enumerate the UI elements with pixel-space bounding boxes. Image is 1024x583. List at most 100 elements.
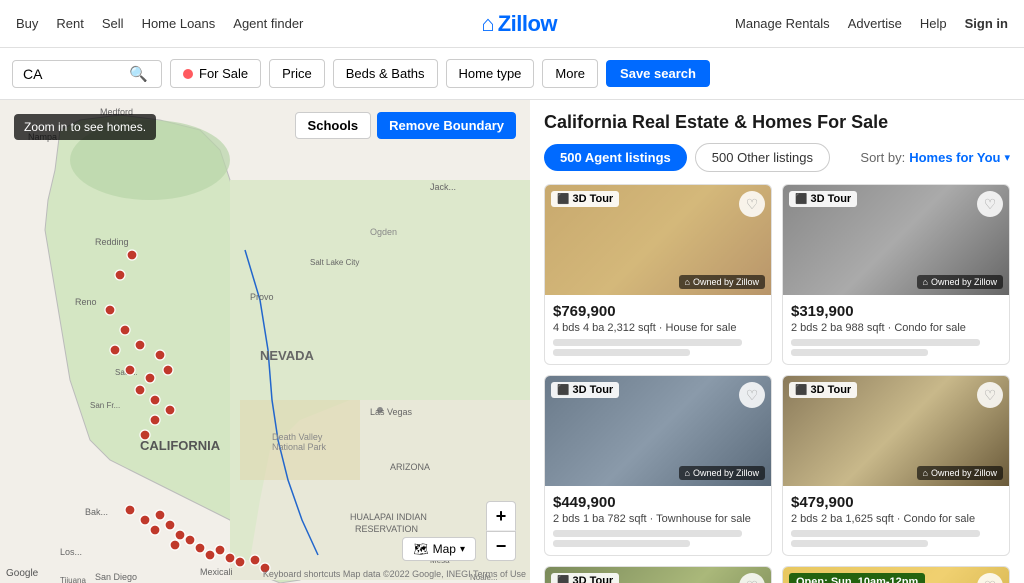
- svg-text:RESERVATION: RESERVATION: [355, 524, 418, 534]
- nav-help[interactable]: Help: [920, 16, 947, 31]
- nav-buy[interactable]: Buy: [16, 16, 38, 31]
- search-icon[interactable]: 🔍: [129, 65, 148, 83]
- zillow-owned-icon: ⌂: [923, 277, 928, 287]
- tab-other-listings[interactable]: 500 Other listings: [695, 143, 830, 172]
- sort-label: Sort by:: [860, 150, 905, 165]
- price-button[interactable]: Price: [269, 59, 325, 88]
- sort-value[interactable]: Homes for You: [909, 150, 1000, 165]
- zillow-owned-icon: ⌂: [923, 468, 928, 478]
- map-section: NEVADA CALIFORNIA Death Valley National …: [0, 100, 530, 583]
- card-address-line2: [553, 349, 690, 356]
- map-attribution-google: Google: [6, 568, 38, 579]
- nav-agent-finder[interactable]: Agent finder: [233, 16, 303, 31]
- cube-icon: ⬛: [795, 385, 807, 396]
- svg-text:HUALAPAI INDIAN: HUALAPAI INDIAN: [350, 512, 427, 522]
- nav-manage-rentals[interactable]: Manage Rentals: [735, 16, 830, 31]
- svg-text:Provo: Provo: [250, 292, 274, 302]
- cube-icon: ⬛: [557, 385, 569, 396]
- for-sale-dot: [183, 69, 193, 79]
- tab-agent-listings[interactable]: 500 Agent listings: [544, 144, 687, 171]
- svg-text:Reno: Reno: [75, 297, 97, 307]
- card-price: $769,900: [553, 303, 763, 320]
- card-info: $319,900 2 bds 2 ba 988 sqft · Condo for…: [783, 295, 1009, 364]
- svg-text:National Park: National Park: [272, 442, 327, 452]
- card-heart-btn[interactable]: ♡: [977, 191, 1003, 217]
- chevron-down-icon: ▾: [460, 544, 465, 555]
- nav-rent[interactable]: Rent: [56, 16, 83, 31]
- card-address-line1: [791, 530, 980, 537]
- card-heart-btn[interactable]: ♡: [977, 573, 1003, 583]
- more-button[interactable]: More: [542, 59, 598, 88]
- search-input-wrapper[interactable]: 🔍: [12, 60, 162, 88]
- map-zoom-notice: Zoom in to see homes.: [14, 114, 156, 140]
- card-info: $479,900 2 bds 2 ba 1,625 sqft · Condo f…: [783, 486, 1009, 555]
- svg-text:Bak...: Bak...: [85, 507, 108, 517]
- card-details: 4 bds 4 ba 2,312 sqft · House for sale: [553, 322, 763, 334]
- card-price: $449,900: [553, 494, 763, 511]
- card-price: $479,900: [791, 494, 1001, 511]
- card-3d-badge: ⬛ 3D Tour: [551, 573, 619, 583]
- main-content: NEVADA CALIFORNIA Death Valley National …: [0, 100, 1024, 583]
- listing-card[interactable]: ⬛ 3D Tour ♡: [544, 566, 772, 583]
- svg-text:San Fr...: San Fr...: [90, 401, 120, 410]
- svg-text:ARIZONA: ARIZONA: [390, 462, 430, 472]
- nav-advertise[interactable]: Advertise: [848, 16, 902, 31]
- beds-baths-button[interactable]: Beds & Baths: [333, 59, 438, 88]
- card-3d-badge: ⬛ 3D Tour: [789, 382, 857, 398]
- nav-sign-in[interactable]: Sign in: [965, 16, 1008, 31]
- card-details: 2 bds 2 ba 988 sqft · Condo for sale: [791, 322, 1001, 334]
- listing-card[interactable]: ⬛ 3D Tour ♡ ⌂ Owned by Zillow $769,900 4…: [544, 184, 772, 365]
- card-image: ⬛ 3D Tour ♡ ⌂ Owned by Zillow: [783, 376, 1009, 486]
- card-address-line1: [791, 339, 980, 346]
- zoom-in-button[interactable]: +: [486, 501, 516, 531]
- listings-tabs: 500 Agent listings 500 Other listings So…: [544, 143, 1010, 172]
- home-type-button[interactable]: Home type: [446, 59, 535, 88]
- listing-card[interactable]: ⬛ 3D Tour ♡ ⌂ Owned by Zillow $449,900 2…: [544, 375, 772, 556]
- listing-card[interactable]: Open: Sun. 10am-12pm ♡: [782, 566, 1010, 583]
- card-info: $449,900 2 bds 1 ba 782 sqft · Townhouse…: [545, 486, 771, 555]
- card-heart-btn[interactable]: ♡: [739, 573, 765, 583]
- svg-text:Jack...: Jack...: [430, 182, 456, 192]
- search-bar: 🔍 For Sale Price Beds & Baths Home type …: [0, 48, 1024, 100]
- card-heart-btn[interactable]: ♡: [977, 382, 1003, 408]
- card-3d-badge: ⬛ 3D Tour: [551, 382, 619, 398]
- listing-card[interactable]: ⬛ 3D Tour ♡ ⌂ Owned by Zillow $479,900 2…: [782, 375, 1010, 556]
- owned-badge: ⌂ Owned by Zillow: [679, 466, 765, 480]
- card-image: ⬛ 3D Tour ♡ ⌂ Owned by Zillow: [783, 185, 1009, 295]
- sort-container: Sort by: Homes for You ▾: [860, 150, 1010, 165]
- schools-button[interactable]: Schools: [295, 112, 372, 139]
- map-type-button[interactable]: 🗺 Map ▾: [402, 537, 476, 561]
- zoom-out-button[interactable]: −: [486, 531, 516, 561]
- card-heart-btn[interactable]: ♡: [739, 191, 765, 217]
- card-address-line1: [553, 530, 742, 537]
- card-heart-btn[interactable]: ♡: [739, 382, 765, 408]
- card-image: Open: Sun. 10am-12pm ♡: [783, 567, 1009, 583]
- cube-icon: ⬛: [557, 194, 569, 205]
- owned-badge: ⌂ Owned by Zillow: [917, 275, 1003, 289]
- svg-text:Salt Lake City: Salt Lake City: [310, 258, 359, 267]
- map-type-label: Map: [433, 542, 456, 556]
- card-address-line2: [791, 349, 928, 356]
- zillow-owned-icon: ⌂: [685, 468, 690, 478]
- save-search-button[interactable]: Save search: [606, 60, 710, 87]
- card-details: 2 bds 2 ba 1,625 sqft · Condo for sale: [791, 513, 1001, 525]
- nav-home-loans[interactable]: Home Loans: [142, 16, 216, 31]
- card-price: $319,900: [791, 303, 1001, 320]
- search-input[interactable]: [23, 66, 123, 82]
- card-image: ⬛ 3D Tour ♡ ⌂ Owned by Zillow: [545, 376, 771, 486]
- card-3d-badge: ⬛ 3D Tour: [789, 191, 857, 207]
- logo[interactable]: ⌂ Zillow: [481, 11, 557, 37]
- map-icon: 🗺: [413, 542, 428, 556]
- nav-sell[interactable]: Sell: [102, 16, 124, 31]
- remove-boundary-button[interactable]: Remove Boundary: [377, 112, 516, 139]
- svg-text:Las Vegas: Las Vegas: [370, 407, 413, 417]
- listing-card[interactable]: ⬛ 3D Tour ♡ ⌂ Owned by Zillow $319,900 2…: [782, 184, 1010, 365]
- open-house-badge: Open: Sun. 10am-12pm: [789, 573, 925, 583]
- map-top-controls: Schools Remove Boundary: [295, 112, 516, 139]
- card-3d-badge: ⬛ 3D Tour: [551, 191, 619, 207]
- map-svg: NEVADA CALIFORNIA Death Valley National …: [0, 100, 530, 583]
- listings-title: California Real Estate & Homes For Sale: [544, 112, 1010, 133]
- for-sale-button[interactable]: For Sale: [170, 59, 261, 88]
- zillow-owned-icon: ⌂: [685, 277, 690, 287]
- card-image: ⬛ 3D Tour ♡: [545, 567, 771, 583]
